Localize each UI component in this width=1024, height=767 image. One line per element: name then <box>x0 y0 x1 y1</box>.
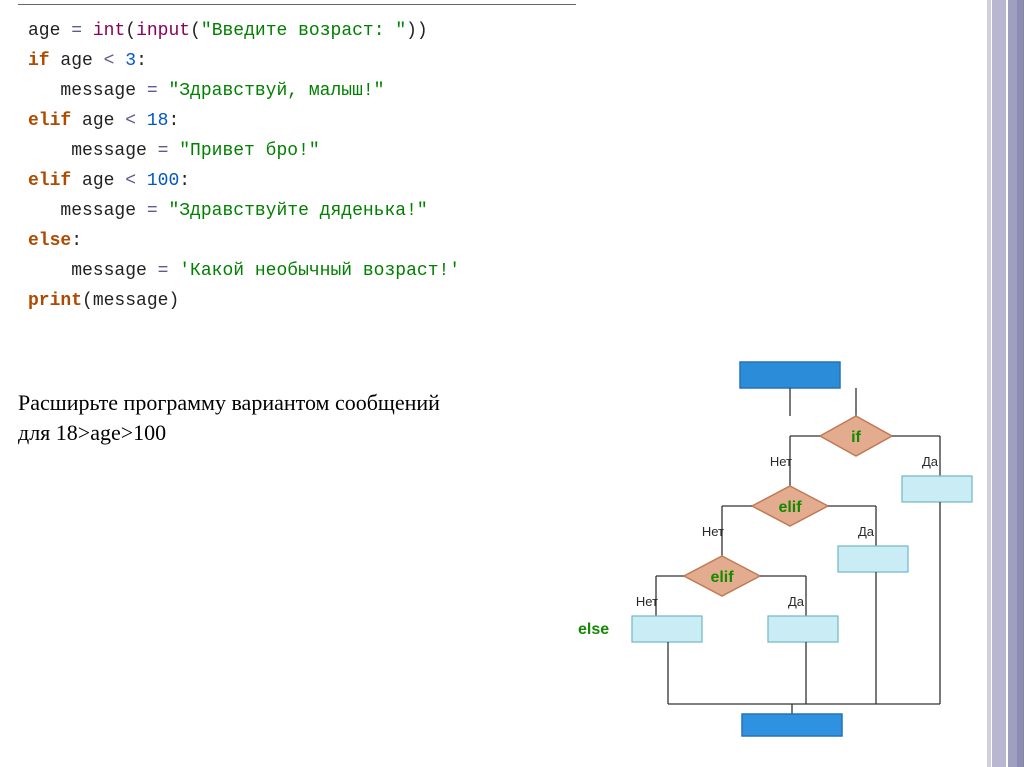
colon: : <box>136 51 147 71</box>
task-line: для 18>age>100 <box>18 420 166 445</box>
code-text: age <box>28 21 71 41</box>
decor-stripe <box>987 0 991 767</box>
code-text <box>168 141 179 161</box>
string-literal: "Здравствуйте дяденька!" <box>168 201 427 221</box>
flow-no-label: Нет <box>702 524 724 539</box>
colon: : <box>71 231 82 251</box>
number-literal: 3 <box>125 51 136 71</box>
keyword: elif <box>28 171 71 191</box>
flow-end-box <box>742 714 842 736</box>
operator: = <box>158 141 169 161</box>
horizontal-rule <box>18 4 576 5</box>
operator: = <box>147 201 158 221</box>
code-text: age <box>71 111 125 131</box>
code-text <box>168 261 179 281</box>
code-text <box>158 201 169 221</box>
code-text: message <box>28 261 158 281</box>
task-line: Расширьте программу вариантом сообщений <box>18 390 440 415</box>
keyword: if <box>28 51 50 71</box>
code-text: message <box>28 141 158 161</box>
paren: ( <box>82 291 93 311</box>
flow-action-box <box>902 476 972 502</box>
flow-no-label: Нет <box>636 594 658 609</box>
code-text: age <box>50 51 104 71</box>
decor-stripe <box>992 0 1006 767</box>
flow-yes-label: Да <box>788 594 805 609</box>
code-text <box>158 81 169 101</box>
function-name: print <box>28 291 82 311</box>
code-text: message <box>93 291 169 311</box>
flow-no-label: Нет <box>770 454 792 469</box>
decor-stripe <box>1017 0 1024 767</box>
function-name: input <box>136 21 190 41</box>
string-literal: "Введите возраст: " <box>201 21 406 41</box>
string-literal: "Здравствуй, малыш!" <box>168 81 384 101</box>
operator: < <box>125 111 136 131</box>
keyword: else <box>28 231 71 251</box>
operator: < <box>104 51 115 71</box>
operator: < <box>125 171 136 191</box>
operator: = <box>71 21 82 41</box>
keyword: elif <box>28 111 71 131</box>
code-text <box>136 171 147 191</box>
operator: = <box>147 81 158 101</box>
flow-elif-label: elif <box>778 499 802 516</box>
flow-else-label: else <box>578 621 609 638</box>
code-text: message <box>28 81 147 101</box>
function-name: int <box>93 21 125 41</box>
string-literal: "Привет бро!" <box>179 141 319 161</box>
flow-action-box <box>632 616 702 642</box>
code-text <box>82 21 93 41</box>
flow-action-box <box>768 616 838 642</box>
string-literal: 'Какой необычный возраст!' <box>179 261 460 281</box>
slide: age = int(input("Введите возраст: ")) if… <box>0 0 1024 767</box>
flow-if-label: if <box>851 429 861 446</box>
colon: : <box>168 111 179 131</box>
code-text <box>114 51 125 71</box>
number-literal: 18 <box>147 111 169 131</box>
flow-yes-label: Да <box>858 524 875 539</box>
paren: )) <box>406 21 428 41</box>
paren: ) <box>168 291 179 311</box>
code-block: age = int(input("Введите возраст: ")) if… <box>28 16 460 316</box>
flowchart: if Да Нет elif Да Нет elif Да <box>560 358 980 738</box>
paren: ( <box>125 21 136 41</box>
flow-elif-label: elif <box>710 569 734 586</box>
flow-yes-label: Да <box>922 454 939 469</box>
colon: : <box>179 171 190 191</box>
number-literal: 100 <box>147 171 179 191</box>
task-text: Расширьте программу вариантом сообщений … <box>18 388 558 448</box>
operator: = <box>158 261 169 281</box>
code-text: message <box>28 201 147 221</box>
flow-action-box <box>838 546 908 572</box>
code-text <box>136 111 147 131</box>
paren: ( <box>190 21 201 41</box>
flow-start-box <box>740 362 840 388</box>
code-text: age <box>71 171 125 191</box>
